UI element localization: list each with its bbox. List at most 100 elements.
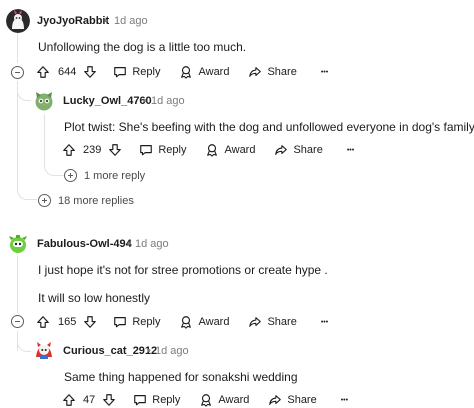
separator-dot: • bbox=[143, 95, 147, 107]
comment-actions: 165 Reply Award Share ••• bbox=[36, 311, 328, 333]
thread-elbow bbox=[17, 81, 31, 101]
comment-author[interactable]: JyoJyoRabbit bbox=[37, 15, 109, 27]
vote-count: 239 bbox=[83, 144, 102, 156]
upvote-button[interactable] bbox=[36, 61, 50, 83]
award-label: Award bbox=[198, 316, 230, 328]
collapse-thread-icon[interactable] bbox=[11, 66, 24, 79]
share-icon bbox=[275, 145, 288, 155]
award-label: Award bbox=[198, 66, 230, 78]
comment-body: I just hope it's not for stree promotion… bbox=[38, 263, 328, 277]
reply-label: Reply bbox=[132, 66, 161, 78]
downvote-button[interactable] bbox=[108, 139, 122, 161]
comment-timestamp[interactable]: 1d ago bbox=[151, 95, 185, 107]
separator-dot: • bbox=[104, 15, 108, 27]
upvote-icon bbox=[37, 316, 49, 328]
collapse-thread-icon[interactable] bbox=[11, 315, 24, 328]
expand-thread-icon[interactable] bbox=[38, 194, 51, 207]
share-button[interactable]: Share bbox=[268, 389, 317, 408]
separator-dot: • bbox=[147, 345, 151, 357]
downvote-icon bbox=[84, 66, 97, 78]
share-icon bbox=[269, 395, 282, 405]
expand-thread-icon[interactable] bbox=[64, 169, 77, 182]
comment-body: Unfollowing the dog is a little too much… bbox=[38, 40, 247, 54]
vote-count: 644 bbox=[58, 66, 77, 78]
share-icon bbox=[249, 317, 262, 327]
upvote-icon bbox=[63, 144, 75, 156]
award-label: Award bbox=[218, 394, 250, 406]
comment-author[interactable]: Lucky_Owl_4760 bbox=[63, 95, 152, 107]
comment-timestamp[interactable]: 1d ago bbox=[155, 345, 189, 357]
comment-author[interactable]: Fabulous-Owl-494 bbox=[37, 238, 132, 250]
more-options-icon: ••• bbox=[346, 146, 355, 154]
thread-elbow bbox=[44, 150, 64, 176]
more-replies-link[interactable]: 18 more replies bbox=[58, 195, 134, 207]
comment-actions: 239 Reply Award Share ••• bbox=[62, 139, 354, 161]
more-options-icon: ••• bbox=[340, 396, 349, 404]
comment-timestamp[interactable]: 1d ago bbox=[114, 15, 148, 27]
reply-button[interactable]: Reply bbox=[133, 389, 180, 408]
reply-button[interactable]: Reply bbox=[113, 311, 160, 333]
comment-author[interactable]: Curious_cat_2912 bbox=[63, 345, 157, 357]
more-options-icon: ••• bbox=[320, 68, 329, 76]
share-icon bbox=[249, 67, 262, 77]
avatar-image bbox=[32, 339, 56, 363]
share-label: Share bbox=[267, 66, 297, 78]
upvote-icon bbox=[63, 394, 75, 406]
more-options-button[interactable]: ••• bbox=[341, 389, 348, 408]
share-button[interactable]: Share bbox=[274, 139, 323, 161]
avatar[interactable] bbox=[6, 232, 30, 256]
reply-label: Reply bbox=[158, 144, 187, 156]
thread-elbow bbox=[17, 331, 31, 352]
share-label: Share bbox=[287, 394, 317, 406]
share-button[interactable]: Share bbox=[248, 311, 297, 333]
award-icon bbox=[207, 144, 218, 157]
comment-body: Same thing happened for sonakshi wedding bbox=[64, 370, 298, 384]
award-button[interactable]: Award bbox=[179, 311, 229, 333]
vote-count: 47 bbox=[83, 394, 96, 406]
more-options-button[interactable]: ••• bbox=[321, 311, 328, 333]
downvote-button[interactable] bbox=[102, 389, 116, 408]
reply-button[interactable]: Reply bbox=[113, 61, 160, 83]
reply-label: Reply bbox=[152, 394, 181, 406]
award-button[interactable]: Award bbox=[205, 139, 255, 161]
award-label: Award bbox=[224, 144, 256, 156]
upvote-button[interactable] bbox=[36, 311, 50, 333]
comment-actions: 644 Reply Award Share ••• bbox=[36, 61, 328, 83]
avatar[interactable] bbox=[6, 9, 30, 33]
upvote-icon bbox=[37, 66, 49, 78]
more-options-icon: ••• bbox=[320, 318, 329, 326]
avatar-image bbox=[32, 89, 56, 113]
upvote-button[interactable] bbox=[62, 389, 76, 408]
comment-bubble-icon bbox=[140, 145, 153, 156]
more-options-button[interactable]: ••• bbox=[347, 139, 354, 161]
separator-dot: • bbox=[127, 238, 131, 250]
upvote-button[interactable] bbox=[62, 139, 76, 161]
downvote-icon bbox=[103, 394, 116, 406]
award-icon bbox=[181, 66, 192, 79]
thread-line bbox=[17, 256, 18, 313]
comment-body: Plot twist: She's beefing with the dog a… bbox=[64, 120, 474, 134]
avatar-image bbox=[6, 9, 30, 33]
reply-button[interactable]: Reply bbox=[139, 139, 186, 161]
share-button[interactable]: Share bbox=[248, 61, 297, 83]
avatar[interactable] bbox=[32, 339, 56, 363]
thread-line bbox=[17, 33, 18, 63]
comment-bubble-icon bbox=[114, 317, 127, 328]
award-button[interactable]: Award bbox=[179, 61, 229, 83]
award-icon bbox=[181, 316, 192, 329]
avatar-image bbox=[6, 232, 30, 256]
vote-count: 165 bbox=[58, 316, 77, 328]
avatar[interactable] bbox=[32, 89, 56, 113]
downvote-icon bbox=[109, 144, 122, 156]
award-button[interactable]: Award bbox=[199, 389, 249, 408]
comment-bubble-icon bbox=[134, 395, 147, 406]
comment-bubble-icon bbox=[114, 67, 127, 78]
comment-actions: 47 Reply Award Share ••• bbox=[62, 389, 348, 408]
thread-elbow bbox=[17, 160, 37, 200]
reply-label: Reply bbox=[132, 316, 161, 328]
comment-timestamp[interactable]: 1d ago bbox=[135, 238, 169, 250]
more-options-button[interactable]: ••• bbox=[321, 61, 328, 83]
downvote-button[interactable] bbox=[83, 311, 97, 333]
downvote-button[interactable] bbox=[83, 61, 97, 83]
more-replies-link[interactable]: 1 more reply bbox=[84, 170, 145, 182]
